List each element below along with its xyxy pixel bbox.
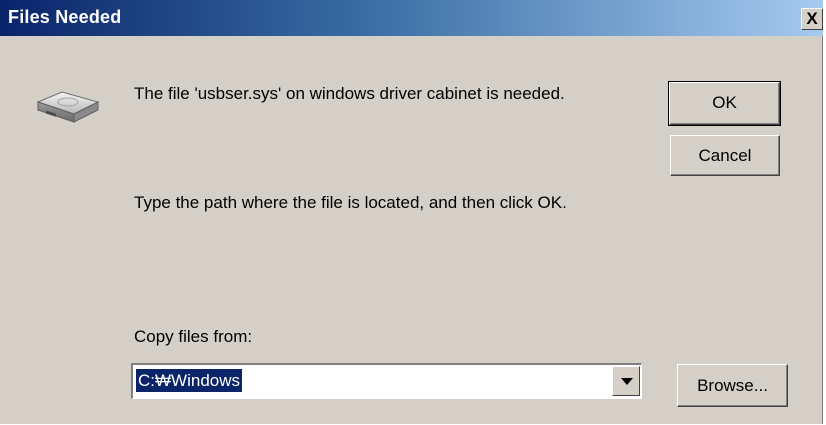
file-needed-message: The file 'usbser.sys' on windows driver … xyxy=(134,84,565,103)
window-title: Files Needed xyxy=(8,7,122,27)
copy-files-from-value[interactable]: C:₩Windows xyxy=(136,369,243,392)
copy-files-from-combobox[interactable]: C:₩Windows xyxy=(131,363,642,399)
cancel-button[interactable]: Cancel xyxy=(670,135,780,176)
browse-button[interactable]: Browse... xyxy=(677,364,788,407)
copy-files-label: Copy files from: xyxy=(134,327,253,346)
close-icon: X xyxy=(806,9,818,28)
chevron-down-icon xyxy=(621,378,633,385)
dropdown-button[interactable] xyxy=(612,366,640,396)
title-bar[interactable]: Files Needed X xyxy=(0,0,823,36)
close-button[interactable]: X xyxy=(801,8,823,30)
ok-button[interactable]: OK xyxy=(668,81,781,126)
files-needed-dialog: Files Needed X The file 'usbser.sys' on … xyxy=(0,0,823,424)
instruction-message: Type the path where the file is located,… xyxy=(134,193,567,212)
disk-drive-icon xyxy=(36,91,100,123)
